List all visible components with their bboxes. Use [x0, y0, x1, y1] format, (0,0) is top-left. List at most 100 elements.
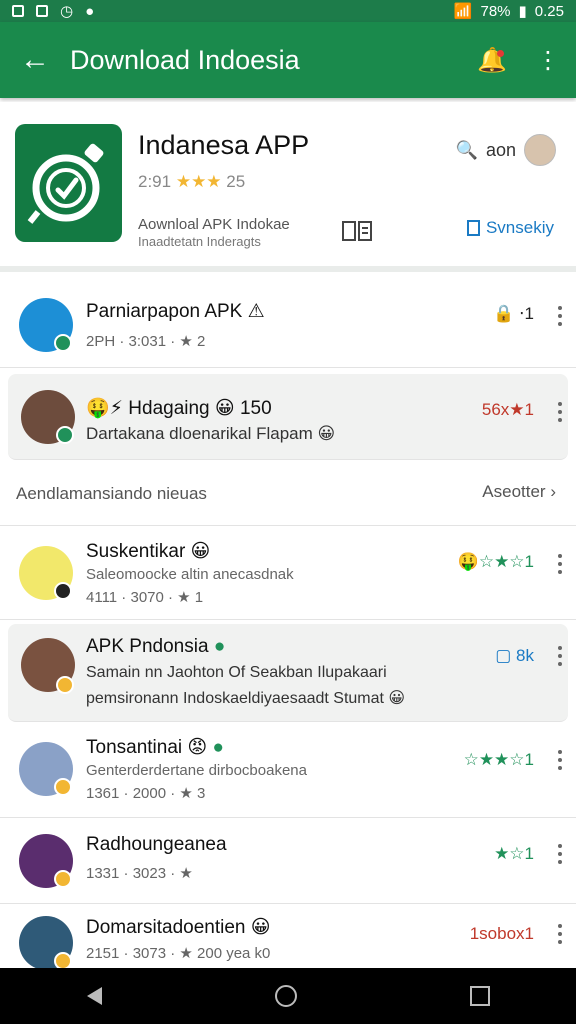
item-rating: 🤑☆★☆1 [457, 552, 534, 571]
item-meta-text: ⋅1 [519, 304, 534, 323]
item-meta-text: 8k [516, 646, 534, 665]
item-title: Parniarpapon APK ⚠ [86, 300, 265, 323]
item-meta: 1sobox1 [469, 924, 534, 943]
item-menu-icon[interactable] [558, 554, 562, 578]
section-label: Aendlamansiando nieuas [16, 484, 207, 503]
item-rating: ★☆1 [494, 844, 534, 863]
item-meta-line: 2151 · 3073 · ★ 200 yea k0 [86, 945, 271, 962]
item-title: Radhoungeanea [86, 834, 227, 855]
item-prefix-icons: 🤑⚡ [86, 398, 123, 419]
app-bar: ← Download Indoesia 🔔 ⋮ [0, 22, 576, 98]
item-title: APK Pndonsia ● [86, 636, 225, 658]
more-menu-icon[interactable]: ⋮ [520, 46, 576, 75]
app-description: Aownloal APK Indokae Inaadtetatn Inderag… [138, 216, 328, 250]
notification-icon [12, 5, 24, 17]
item-subtitle: Saleomoocke altin anecasdnak [86, 566, 294, 583]
search-text: aon [485, 139, 516, 160]
item-title: Suskentikar 😀 [86, 541, 211, 562]
lock-icon: 🔒 [493, 304, 515, 323]
item-meta: 56x★1 [481, 400, 534, 419]
item-title: Domarsitadoentien 😀 [86, 917, 271, 938]
nav-recents-icon[interactable] [469, 986, 490, 1006]
section-header: Aendlamansiando nieuas Aseotter › [0, 460, 576, 526]
stopwatch-icon [27, 143, 103, 224]
list-item[interactable]: Suskentikar 😀 Saleomoocke altin anecasdn… [0, 526, 576, 620]
item-subtitle: Samain nn Jaohton Of Seakban Ilupakaari [86, 664, 387, 681]
nav-home-icon[interactable] [274, 985, 297, 1007]
list-item[interactable]: Parniarpapon APK ⚠ 2PH · 3:031 · ★ 2 🔒 ⋅… [0, 278, 576, 368]
list-item[interactable]: APK Pndonsia ● Samain nn Jaohton Of Seak… [8, 624, 568, 722]
verified-badge-icon [56, 426, 74, 444]
section-more-link[interactable]: Aseotter › [482, 482, 556, 502]
chevron-right-icon: › [550, 482, 556, 501]
app-name: Indanesa APP [138, 130, 310, 160]
item-title: Tonsantinai 😡 ● [86, 736, 224, 759]
clock-time: 0.25 [534, 2, 564, 20]
notification-bell-icon[interactable]: 🔔 [464, 46, 520, 75]
back-arrow-icon[interactable]: ← [0, 43, 70, 77]
badge-icon [54, 582, 72, 600]
item-menu-icon[interactable] [558, 750, 562, 774]
item-menu-icon[interactable] [558, 924, 562, 948]
item-subtitle: 2PH · 3:031 · ★ 2 [86, 333, 206, 350]
item-title-text: Tonsantinai 😡 [86, 737, 208, 758]
clock-icon: ◷ [60, 3, 74, 20]
item-title: 🤑⚡ Hdagaing 😀 150 [86, 396, 272, 420]
item-subtitle: Genterderdertane dirbocboakena [86, 762, 307, 779]
verified-icon: ● [212, 737, 224, 758]
emoji-badge-icon [54, 778, 72, 796]
system-nav-bar [0, 968, 576, 1024]
document-icon[interactable] [342, 220, 372, 242]
battery-icon: ▮ [518, 3, 527, 20]
item-rating: ☆★★☆1 [463, 750, 534, 769]
item-menu-icon[interactable] [558, 844, 562, 868]
app-desc-line1: Aownloal APK Indokae [138, 216, 290, 233]
search-area[interactable]: 🔍 aon [456, 134, 556, 166]
emoji-badge-icon [56, 676, 74, 694]
app-rating: 2:91 ★★★ 25 [138, 172, 245, 192]
rating-count: 25 [226, 172, 246, 191]
rating-stars: ★★★ [175, 172, 222, 191]
verified-badge-icon [54, 334, 72, 352]
image-icon [36, 5, 48, 17]
app-desc-line2: Inaadtetatn Inderagts [138, 234, 261, 249]
item-menu-icon[interactable] [558, 402, 562, 426]
verified-icon: ● [213, 636, 226, 657]
item-menu-icon[interactable] [558, 306, 562, 330]
notification-dot [497, 49, 504, 57]
item-title-text: Parniarpapon APK [86, 301, 243, 322]
status-bar: ◷ ● 📶 78% ▮ 0.25 [0, 0, 576, 22]
item-subtitle: Dartakana dloenarikal Flapam 😀 [86, 424, 336, 443]
rating-prefix: 2:91 [138, 172, 172, 191]
square-icon: ▢ [495, 646, 512, 665]
search-icon[interactable]: 🔍 [456, 140, 478, 161]
user-avatar[interactable] [524, 134, 556, 166]
wifi-icon: 📶 [453, 3, 473, 20]
list-item[interactable]: Radhoungeanea 1331 · 3023 · ★ ★☆1 [0, 818, 576, 904]
page-title: Download Indoesia [70, 44, 300, 75]
item-subtitle-2: pemsironann Indoskaeldiyaesaadt Stumat 😀 [86, 690, 406, 707]
app-notification-icon: ● [85, 2, 95, 20]
content-list: Parniarpapon APK ⚠ 2PH · 3:031 · ★ 2 🔒 ⋅… [0, 278, 576, 984]
item-emoji: 😀 150 [214, 398, 272, 419]
item-meta: 🔒 ⋅1 [493, 304, 534, 324]
item-title-text: APK Pndonsia [86, 636, 209, 657]
battery-level: 78% [480, 2, 511, 20]
subscribe-label: Svnsekiy [485, 218, 554, 237]
emoji-badge-icon [54, 870, 72, 888]
subscribe-button[interactable]: Svnsekiy [466, 218, 554, 238]
item-meta-line: 4111 · 3070 · ★ 1 [86, 589, 204, 606]
app-logo[interactable] [15, 124, 122, 242]
subscribe-icon [466, 220, 480, 236]
list-item[interactable]: Tonsantinai 😡 ● Genterderdertane dirbocb… [0, 722, 576, 818]
item-menu-icon[interactable] [558, 646, 562, 670]
item-title-text: Hdagaing [128, 398, 210, 419]
item-meta: ▢ 8k [495, 646, 534, 666]
nav-back-icon[interactable] [86, 987, 102, 1005]
list-item[interactable]: 🤑⚡ Hdagaing 😀 150 Dartakana dloenarikal … [8, 374, 568, 460]
section-more-text: Aseotter [482, 482, 546, 501]
warning-icon: ⚠ [247, 301, 265, 322]
item-meta-line: 1361 · 2000 · ★ 3 [86, 785, 206, 802]
app-card: Indanesa APP 2:91 ★★★ 25 Aownloal APK In… [0, 102, 576, 272]
item-meta-line: 1331 · 3023 · ★ [86, 865, 193, 882]
